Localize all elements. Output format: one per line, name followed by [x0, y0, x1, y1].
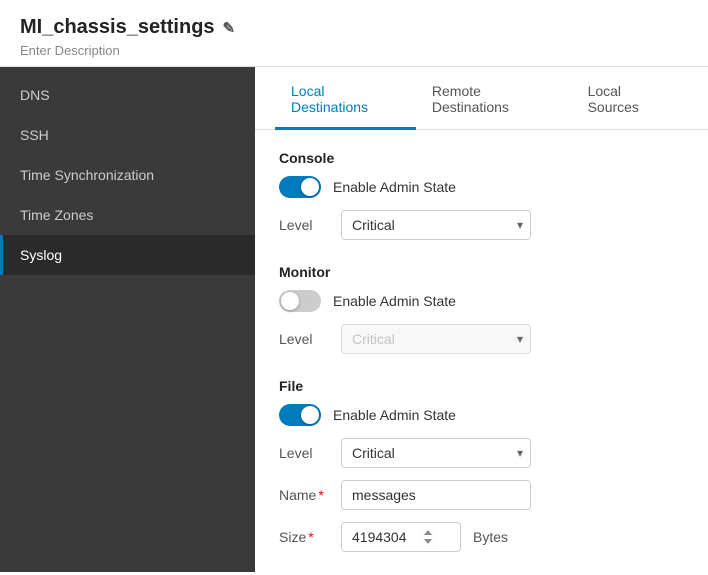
page-header: MI_chassis_settings ✎ Enter Description	[0, 0, 708, 67]
tab-bar: Local Destinations Remote Destinations L…	[255, 67, 708, 130]
file-toggle-track	[279, 404, 321, 426]
monitor-level-select[interactable]: Critical Error Warning Notice Info Debug	[341, 324, 531, 354]
console-level-select-wrapper: Critical Error Warning Notice Info Debug…	[341, 210, 531, 240]
file-size-unit: Bytes	[473, 529, 508, 545]
file-level-label: Level	[279, 445, 329, 461]
tab-content: Console Enable Admin State Level Critic	[255, 130, 708, 572]
sidebar-item-dns[interactable]: DNS	[0, 75, 255, 115]
monitor-toggle-label: Enable Admin State	[333, 293, 456, 309]
file-level-select[interactable]: Critical Error Warning Notice Info Debug	[341, 438, 531, 468]
console-section: Console Enable Admin State Level Critic	[279, 150, 684, 240]
monitor-level-select-wrapper: Critical Error Warning Notice Info Debug…	[341, 324, 531, 354]
monitor-label: Monitor	[279, 264, 684, 280]
sidebar-item-syslog[interactable]: Syslog	[0, 235, 255, 275]
page-title: MI_chassis_settings	[20, 16, 215, 39]
console-level-label: Level	[279, 217, 329, 233]
tab-remote-destinations[interactable]: Remote Destinations	[416, 67, 572, 130]
page-description: Enter Description	[20, 43, 688, 58]
file-toggle-thumb	[301, 406, 319, 424]
file-size-row: Size Bytes	[279, 522, 684, 552]
file-label: File	[279, 378, 684, 394]
sidebar: DNS SSH Time Synchronization Time Zones …	[0, 67, 255, 572]
file-name-row: Name	[279, 480, 684, 510]
tab-local-destinations[interactable]: Local Destinations	[275, 67, 416, 130]
tab-local-sources[interactable]: Local Sources	[572, 67, 688, 130]
monitor-toggle-row: Enable Admin State	[279, 290, 684, 312]
monitor-toggle-track	[279, 290, 321, 312]
console-toggle[interactable]	[279, 176, 321, 198]
main-content: Local Destinations Remote Destinations L…	[255, 67, 708, 572]
console-toggle-thumb	[301, 178, 319, 196]
file-level-row: Level Critical Error Warning Notice Info…	[279, 438, 684, 468]
file-size-input-wrapper	[341, 522, 461, 552]
console-toggle-track	[279, 176, 321, 198]
sidebar-item-ssh[interactable]: SSH	[0, 115, 255, 155]
edit-icon[interactable]: ✎	[223, 19, 236, 37]
file-level-select-wrapper: Critical Error Warning Notice Info Debug…	[341, 438, 531, 468]
sidebar-item-time-zones[interactable]: Time Zones	[0, 195, 255, 235]
file-section: File Enable Admin State Level Critical	[279, 378, 684, 552]
file-size-input[interactable]	[341, 522, 461, 552]
file-toggle[interactable]	[279, 404, 321, 426]
file-name-label: Name	[279, 487, 329, 503]
main-layout: DNS SSH Time Synchronization Time Zones …	[0, 67, 708, 572]
file-name-input[interactable]	[341, 480, 531, 510]
page-title-row: MI_chassis_settings ✎	[20, 16, 688, 39]
file-toggle-row: Enable Admin State	[279, 404, 684, 426]
monitor-level-label: Level	[279, 331, 329, 347]
sidebar-item-time-synchronization[interactable]: Time Synchronization	[0, 155, 255, 195]
monitor-level-row: Level Critical Error Warning Notice Info…	[279, 324, 684, 354]
monitor-section: Monitor Enable Admin State Level Critic	[279, 264, 684, 354]
console-label: Console	[279, 150, 684, 166]
console-level-select[interactable]: Critical Error Warning Notice Info Debug	[341, 210, 531, 240]
file-size-label: Size	[279, 529, 329, 545]
console-toggle-label: Enable Admin State	[333, 179, 456, 195]
monitor-toggle[interactable]	[279, 290, 321, 312]
console-toggle-row: Enable Admin State	[279, 176, 684, 198]
monitor-toggle-thumb	[281, 292, 299, 310]
file-toggle-label: Enable Admin State	[333, 407, 456, 423]
console-level-row: Level Critical Error Warning Notice Info…	[279, 210, 684, 240]
